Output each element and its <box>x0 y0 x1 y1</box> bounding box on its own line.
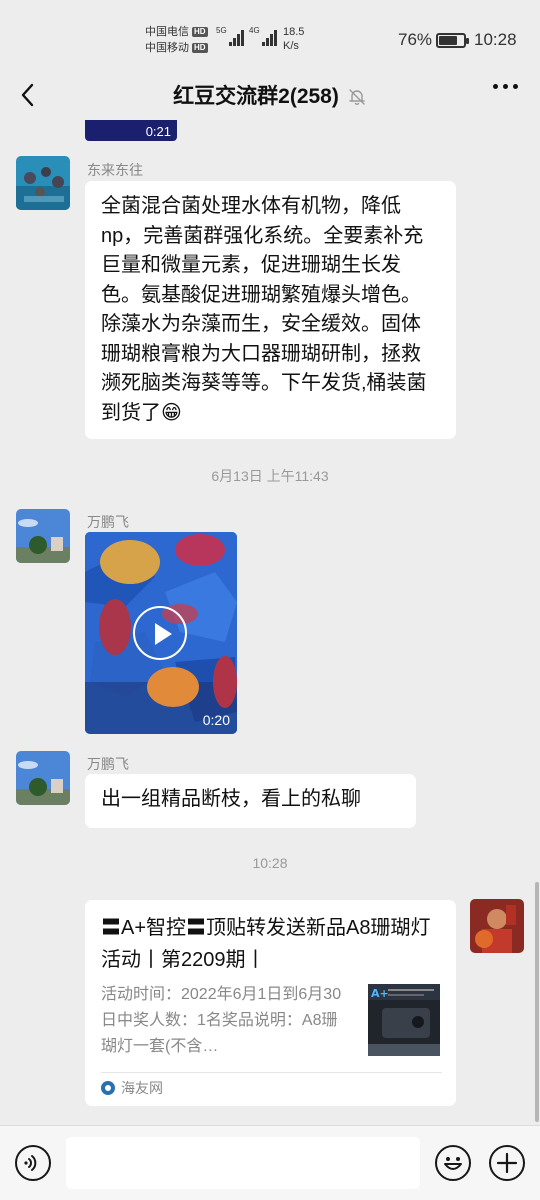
source-logo-icon <box>101 1081 115 1095</box>
network-4g-label: 4G <box>249 26 260 35</box>
battery-icon <box>436 33 469 48</box>
card-thumbnail: A+ <box>368 984 440 1056</box>
battery-fill <box>439 36 458 45</box>
message-bubble[interactable]: 全菌混合菌处理水体有机物，降低np，完善菌群强化系统。全要素补充巨量和微量元素，… <box>85 181 456 439</box>
carrier-info: 中国电信 HD 中国移动 HD <box>145 24 208 56</box>
play-icon[interactable] <box>133 606 187 660</box>
carrier-2: 中国移动 <box>145 42 189 54</box>
signal-4g-icon: 4G <box>249 26 277 46</box>
sender-name: 万鹏飞 <box>87 514 129 530</box>
bell-off-icon <box>347 87 367 107</box>
previous-video-thumbnail[interactable]: 0:21 <box>85 120 177 141</box>
avatar[interactable] <box>16 156 70 210</box>
emoji-icon[interactable] <box>435 1145 471 1181</box>
status-bar: 中国电信 HD 中国移动 HD 5G 4G 18.5 K/s 76% 10:28 <box>0 0 540 80</box>
more-icon[interactable] <box>493 84 518 89</box>
sender-name: 万鹏飞 <box>87 756 129 772</box>
timestamp: 6月13日 上午11:43 <box>211 468 329 484</box>
hd-badge: HD <box>192 27 208 37</box>
video-duration: 0:21 <box>145 124 171 139</box>
speed-unit: K/s <box>283 40 299 52</box>
carrier-1: 中国电信 <box>145 26 189 38</box>
avatar[interactable] <box>16 751 70 805</box>
hd-badge: HD <box>192 43 208 53</box>
card-divider <box>101 1072 442 1073</box>
svg-text:A+: A+ <box>371 987 389 1000</box>
plus-icon[interactable] <box>489 1145 525 1181</box>
sender-name: 东来东往 <box>87 162 143 178</box>
card-source: 海友网 <box>101 1078 163 1098</box>
message-input[interactable] <box>66 1137 420 1189</box>
avatar[interactable] <box>16 509 70 563</box>
voice-icon[interactable] <box>15 1145 51 1181</box>
video-message[interactable]: 0:20 <box>85 532 237 734</box>
link-card[interactable]: 〓A+智控〓顶贴转发送新品A8珊瑚灯活动丨第2209期丨 活动时间：2022年6… <box>85 900 456 1106</box>
input-bar <box>0 1125 540 1200</box>
signal-5g-icon: 5G <box>216 26 244 46</box>
scrollbar[interactable] <box>535 882 539 1122</box>
my-avatar[interactable] <box>470 899 524 953</box>
timestamp: 10:28 <box>252 855 288 871</box>
card-description: 活动时间：2022年6月1日到6月30日中奖人数：1名奖品说明：A8珊瑚灯一套(… <box>101 986 342 1055</box>
chat-header: 红豆交流群2(258) <box>0 70 540 120</box>
card-source-name: 海友网 <box>121 1080 163 1096</box>
card-title: 〓A+智控〓顶贴转发送新品A8珊瑚灯活动丨第2209期丨 <box>101 917 431 971</box>
network-5g-label: 5G <box>216 26 227 35</box>
status-clock: 10:28 <box>474 30 517 49</box>
chat-title-wrap: 红豆交流群2(258) <box>0 80 540 110</box>
video-duration: 0:20 <box>202 712 230 728</box>
chat-area[interactable]: 0:21 东来东往 全菌混合菌处理水体有机物，降低np，完善菌群强化系统。全要素… <box>0 120 540 1125</box>
message-bubble[interactable]: 出一组精品断枝，看上的私聊 <box>85 774 416 828</box>
speed-value: 18.5 <box>283 26 305 38</box>
chat-title: 红豆交流群2(258) <box>173 85 339 108</box>
battery-percent: 76% <box>398 30 433 49</box>
network-speed: 18.5 K/s <box>283 25 304 53</box>
